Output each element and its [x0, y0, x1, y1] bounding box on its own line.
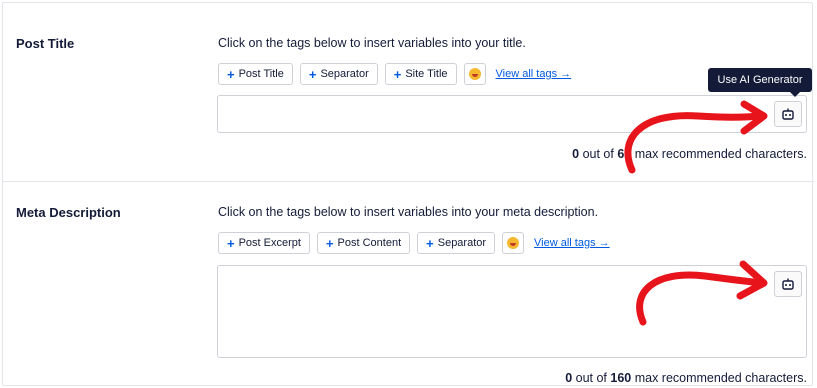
plus-icon: + [308, 66, 317, 82]
emoji-icon [507, 237, 520, 249]
tag-separator-button[interactable]: + Separator [299, 63, 378, 85]
tag-post-content-button[interactable]: + Post Content [316, 232, 411, 254]
meta-description-char-counter: 0 out of 160 max recommended characters. [565, 371, 807, 385]
meta-description-label: Meta Description [16, 205, 121, 220]
section-divider [3, 181, 814, 182]
post-title-instructions: Click on the tags below to insert variab… [218, 36, 526, 50]
ai-generator-tooltip: Use AI Generator [708, 68, 812, 97]
emoji-button[interactable] [502, 232, 525, 254]
emoji-icon [468, 68, 481, 80]
plus-icon: + [227, 66, 235, 82]
plus-icon: + [393, 66, 402, 82]
meta-description-instructions: Click on the tags below to insert variab… [218, 205, 599, 219]
tag-site-title-button[interactable]: + Site Title [384, 63, 457, 85]
post-title-tag-row: + Post Title + Separator + Site Title Vi… [218, 63, 571, 85]
plus-icon: + [227, 235, 235, 251]
ai-generator-button-title[interactable] [774, 101, 802, 127]
post-title-label: Post Title [16, 36, 75, 51]
meta-description-input[interactable] [217, 265, 807, 358]
post-title-char-counter: 0 out of 60 max recommended characters. [572, 147, 807, 161]
robot-icon [782, 108, 794, 120]
post-title-input[interactable] [217, 95, 807, 133]
view-all-tags-link[interactable]: View all tags → [534, 237, 610, 249]
ai-generator-button-description[interactable] [774, 271, 802, 297]
view-all-tags-link[interactable]: View all tags → [496, 68, 572, 80]
tag-post-title-button[interactable]: + Post Title [218, 63, 293, 85]
plus-icon: + [325, 235, 334, 251]
tag-post-excerpt-button[interactable]: + Post Excerpt [218, 232, 310, 254]
tag-separator-button[interactable]: + Separator [417, 232, 496, 254]
meta-description-tag-row: + Post Excerpt + Post Content + Separato… [218, 232, 610, 254]
plus-icon: + [426, 235, 434, 251]
emoji-button[interactable] [463, 63, 486, 85]
robot-icon [782, 278, 794, 290]
